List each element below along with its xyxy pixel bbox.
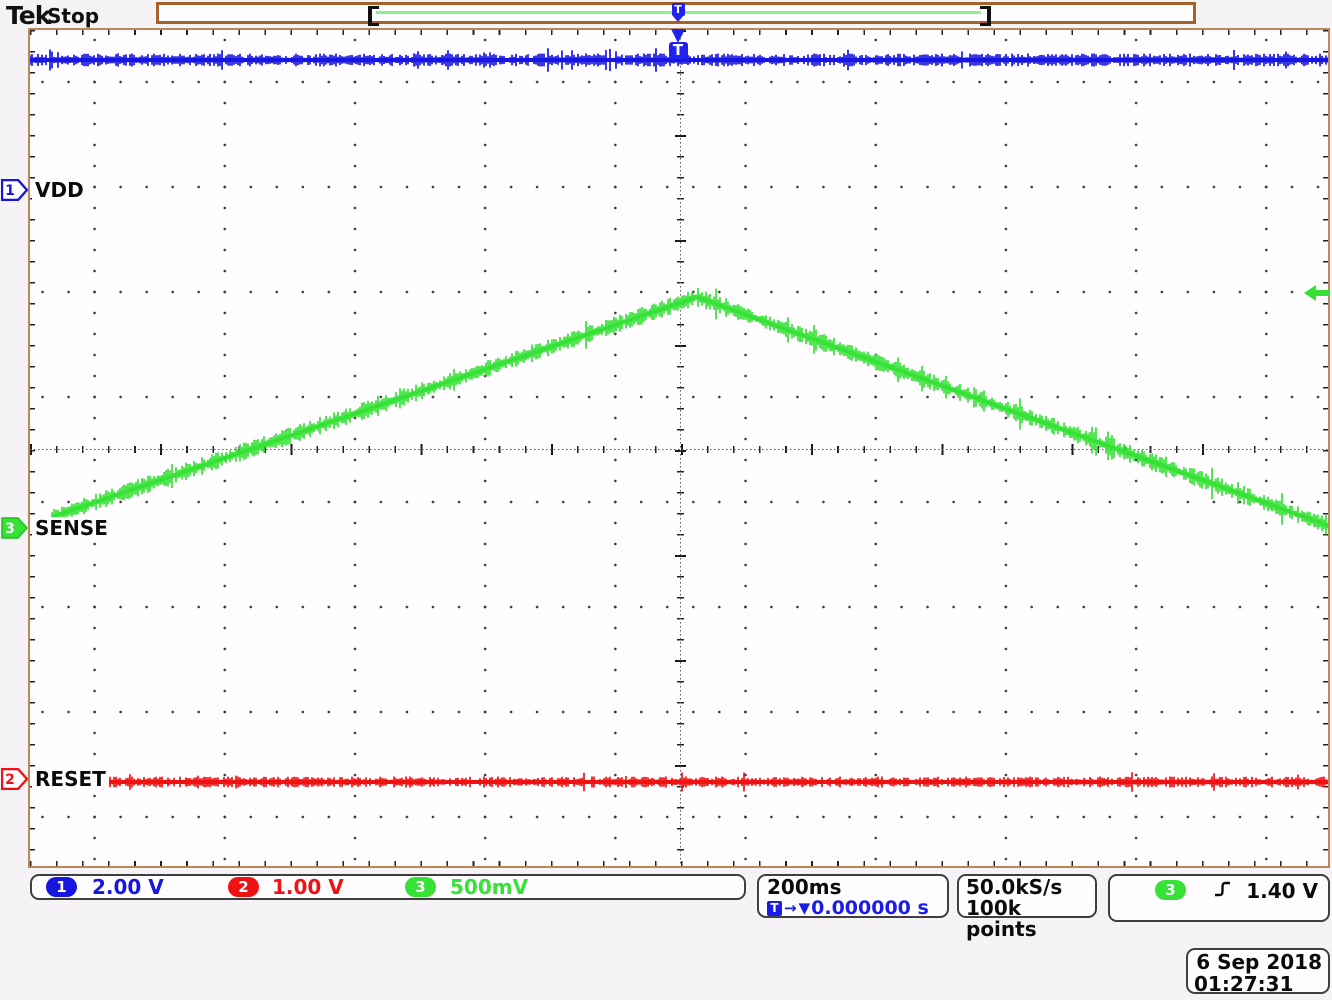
ch2-scale: 1.00 V xyxy=(272,877,344,898)
svg-text:1: 1 xyxy=(5,183,15,199)
graticule xyxy=(28,28,1330,868)
record-length: 100k points xyxy=(966,898,1095,940)
svg-text:3: 3 xyxy=(5,521,15,537)
trigger-position-marker[interactable]: T xyxy=(667,29,689,59)
timebase-scale: 200ms xyxy=(767,877,947,898)
ch1-badge: 1 xyxy=(46,877,77,897)
ch3-badge: 3 xyxy=(405,877,436,897)
record-view-left-bracket[interactable] xyxy=(368,6,379,26)
ch2-waveform-label: RESET xyxy=(32,768,109,790)
record-view-trigger-marker[interactable]: T xyxy=(670,3,686,22)
acquisition-status: Stop xyxy=(47,4,99,28)
trigger-t-icon: T xyxy=(669,42,688,59)
ch1-scale: 2.00 V xyxy=(92,877,164,898)
channel-scale-readouts: 1 2.00 V 2 1.00 V 3 500mV xyxy=(30,874,746,900)
ch3-scale: 500mV xyxy=(450,877,528,898)
ch2-reference-marker[interactable]: 2 xyxy=(1,768,28,790)
date-value: 6 Sep 2018 xyxy=(1194,951,1322,973)
trigger-level-value: 1.40 V xyxy=(1246,879,1318,903)
ch3-reference-marker[interactable]: 3 xyxy=(1,517,28,539)
acquisition-readout: 50.0kS/s 100k points xyxy=(957,874,1097,918)
trigger-arrow-down-icon xyxy=(672,15,684,22)
arrow-right-icon: → xyxy=(784,898,797,918)
record-view-bar[interactable]: T xyxy=(156,2,1196,24)
waveform-traces xyxy=(30,30,1328,866)
trigger-position-readout: T→▼0.000000 s xyxy=(767,898,947,918)
sample-rate: 50.0kS/s xyxy=(966,877,1095,898)
trigger-source-badge: 3 xyxy=(1155,880,1186,900)
record-view-right-bracket[interactable] xyxy=(980,6,991,26)
triangle-down-icon: ▼ xyxy=(799,898,811,918)
ch2-badge: 2 xyxy=(228,877,259,897)
ch1-waveform-label: VDD xyxy=(32,179,87,201)
trigger-readout: 3 1.40 V xyxy=(1108,874,1330,922)
rising-edge-icon xyxy=(1213,879,1233,899)
trigger-level-arrow-icon[interactable] xyxy=(1304,284,1330,302)
ch1-reference-marker[interactable]: 1 xyxy=(1,179,28,201)
svg-text:2: 2 xyxy=(5,772,15,788)
time-value: 01:27:31 xyxy=(1194,973,1322,995)
trigger-position-value: 0.000000 s xyxy=(811,898,929,918)
trigger-t-icon: T xyxy=(767,901,782,916)
timebase-readout: 200ms T→▼0.000000 s xyxy=(757,874,949,918)
tek-logo: Tek xyxy=(6,1,50,30)
ch3-waveform-label: SENSE xyxy=(32,517,111,539)
datetime-readout: 6 Sep 2018 01:27:31 xyxy=(1186,948,1330,994)
